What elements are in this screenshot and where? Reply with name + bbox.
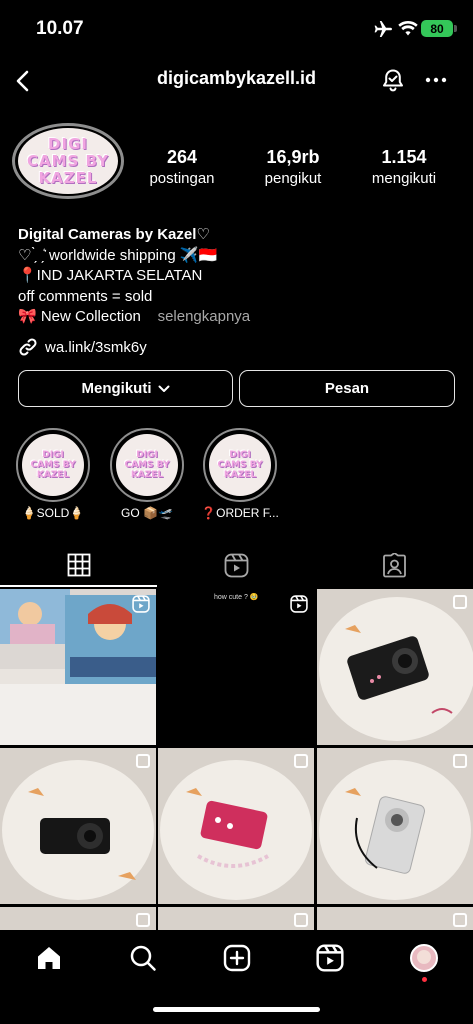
bio-link[interactable]: wa.link/3smk6y bbox=[18, 337, 147, 357]
stat-label: pengikut bbox=[264, 170, 322, 187]
highlight-logo-line: KAZEL bbox=[36, 470, 70, 480]
tagged-user-icon bbox=[382, 552, 406, 577]
highlight-circle[interactable]: DIGI CAMS BY KAZEL bbox=[110, 428, 184, 502]
multi-photo-icon bbox=[453, 595, 467, 609]
highlight-logo-line: CAMS BY bbox=[30, 460, 76, 470]
stat-followers[interactable]: 16,9rb pengikut bbox=[243, 146, 343, 189]
message-label: Pesan bbox=[324, 380, 370, 397]
highlight-logo-line: DIGI bbox=[229, 450, 251, 460]
battery-tip bbox=[454, 25, 457, 32]
multi-photo-icon bbox=[136, 913, 150, 927]
message-button[interactable]: Pesan bbox=[239, 370, 455, 407]
highlight-label: ❓ORDER F... bbox=[201, 506, 279, 520]
tab-reels[interactable] bbox=[216, 548, 256, 582]
stat-label: mengikuti bbox=[371, 170, 437, 187]
camera-photo bbox=[319, 760, 471, 900]
wifi-icon bbox=[398, 21, 418, 36]
highlight-cover: DIGI CAMS BY KAZEL bbox=[22, 434, 84, 496]
profile-display-name: Digital Cameras by Kazel♡ bbox=[18, 226, 210, 243]
reels-icon bbox=[224, 553, 248, 577]
highlight-label: GO 📦🛫 bbox=[121, 506, 173, 520]
post-thumbnail[interactable]: how cute ? 🥹 bbox=[158, 589, 314, 745]
highlight-circle[interactable]: DIGI CAMS BY KAZEL bbox=[203, 428, 277, 502]
bio-link-text: wa.link/3smk6y bbox=[45, 338, 147, 356]
nav-profile[interactable] bbox=[402, 940, 446, 976]
stat-value: 16,9rb bbox=[266, 147, 320, 167]
notification-bell-icon[interactable] bbox=[381, 68, 405, 94]
profile-bio: Digital Cameras by Kazel♡ ♡ ̗̀ ˏ͛ worldw… bbox=[18, 225, 458, 328]
highlight-logo-line: KAZEL bbox=[223, 470, 257, 480]
see-more-link[interactable]: selengkapnya bbox=[158, 308, 251, 325]
highlight-logo-line: CAMS BY bbox=[124, 460, 170, 470]
stat-value: 1.154 bbox=[381, 147, 427, 167]
highlight-circle[interactable]: DIGI CAMS BY KAZEL bbox=[16, 428, 90, 502]
profile-avatar-face bbox=[417, 950, 431, 964]
status-time: 10.07 bbox=[36, 18, 84, 39]
bio-line: off comments = sold bbox=[18, 287, 153, 305]
post-thumbnail[interactable] bbox=[0, 589, 156, 745]
airplane-icon bbox=[374, 21, 392, 37]
bio-line: 📍IND JAKARTA SELATAN bbox=[18, 267, 203, 284]
following-label: Mengikuti bbox=[81, 380, 152, 397]
post-thumbnail[interactable] bbox=[0, 907, 156, 930]
post-caption-overlay: how cute ? 🥹 bbox=[214, 594, 259, 601]
post-thumbnail[interactable] bbox=[158, 748, 314, 904]
camera-photo bbox=[319, 597, 473, 741]
stat-value: 264 bbox=[166, 147, 198, 167]
nav-home[interactable] bbox=[27, 940, 71, 976]
multi-photo-icon bbox=[294, 913, 308, 927]
active-tab-indicator bbox=[0, 585, 157, 587]
multi-photo-icon bbox=[453, 754, 467, 768]
tab-tagged[interactable] bbox=[374, 548, 414, 582]
highlight-logo-line: CAMS BY bbox=[217, 460, 263, 470]
more-options-icon[interactable] bbox=[425, 76, 447, 84]
avatar[interactable]: DIGI CAMS BY KAZEL bbox=[18, 128, 118, 194]
nav-search[interactable] bbox=[121, 940, 165, 976]
reel-badge-icon bbox=[132, 595, 150, 613]
bio-line: ♡ ̗̀ ˏ͛ worldwide shipping ✈️🇮🇩 bbox=[18, 246, 218, 264]
avatar-logo-line: DIGI bbox=[48, 134, 88, 153]
stat-posts[interactable]: 264 postingan bbox=[132, 146, 232, 189]
nav-reels[interactable] bbox=[308, 940, 352, 976]
multi-photo-icon bbox=[136, 754, 150, 768]
post-thumbnail[interactable] bbox=[0, 748, 156, 904]
highlight-cover: DIGI CAMS BY KAZEL bbox=[116, 434, 178, 496]
post-thumbnail[interactable] bbox=[317, 748, 473, 904]
nav-create[interactable] bbox=[215, 940, 259, 976]
reel-badge-icon bbox=[290, 595, 308, 613]
post-thumbnail[interactable] bbox=[317, 907, 473, 930]
highlight-logo-line: KAZEL bbox=[130, 470, 164, 480]
add-post-icon bbox=[223, 944, 251, 972]
highlight-label: 🍦SOLD🍦 bbox=[21, 506, 85, 520]
multi-photo-icon bbox=[294, 754, 308, 768]
battery-indicator: 80 bbox=[421, 20, 453, 37]
stat-label: postingan bbox=[149, 170, 215, 187]
following-button[interactable]: Mengikuti bbox=[18, 370, 233, 407]
avatar-logo-line: KAZEL bbox=[38, 168, 98, 187]
bio-line-row: 🎀 New Collection selengkapnya bbox=[18, 307, 458, 328]
post-thumbnail[interactable] bbox=[317, 589, 473, 745]
status-bar: 10.07 80 bbox=[0, 0, 473, 56]
search-icon bbox=[130, 945, 156, 971]
link-icon bbox=[19, 338, 37, 356]
home-icon bbox=[38, 947, 60, 969]
bio-line: 🎀 New Collection bbox=[18, 308, 141, 325]
multi-photo-icon bbox=[453, 913, 467, 927]
avatar-logo-line: CAMS BY bbox=[26, 151, 110, 170]
grid-icon bbox=[67, 553, 91, 577]
chevron-down-icon bbox=[158, 385, 169, 392]
tab-posts-grid[interactable] bbox=[59, 548, 99, 582]
post-thumbnail[interactable] bbox=[158, 907, 314, 930]
highlight-logo-line: DIGI bbox=[136, 450, 158, 460]
profile-avatar-icon bbox=[410, 944, 438, 972]
notification-dot bbox=[422, 977, 427, 982]
stat-following[interactable]: 1.154 mengikuti bbox=[354, 146, 454, 189]
home-indicator bbox=[153, 1007, 320, 1012]
camera-photo bbox=[2, 760, 154, 900]
camera-photo bbox=[160, 760, 312, 900]
highlight-cover: DIGI CAMS BY KAZEL bbox=[209, 434, 271, 496]
reels-icon bbox=[316, 944, 344, 972]
highlight-logo-line: DIGI bbox=[42, 450, 64, 460]
